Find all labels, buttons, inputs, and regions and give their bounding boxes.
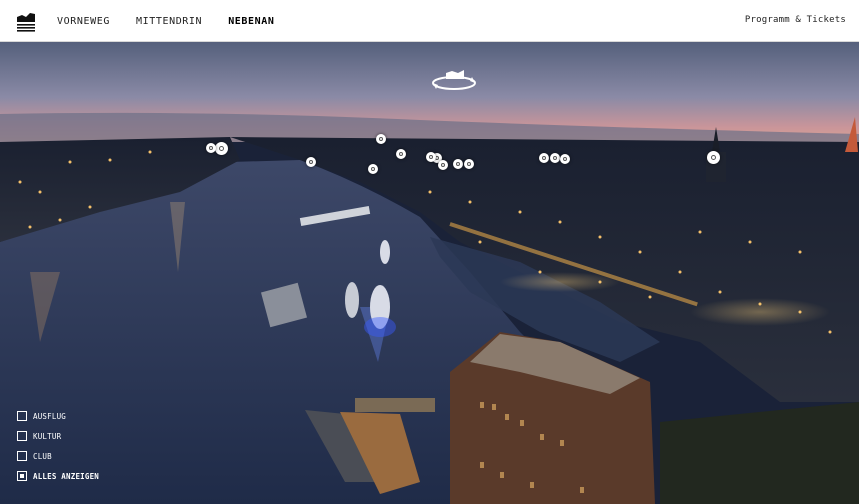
harbour-panorama-image bbox=[0, 42, 859, 504]
programm-tickets-link[interactable]: Programm & Tickets bbox=[745, 15, 846, 25]
location-marker[interactable] bbox=[396, 149, 406, 159]
filter-kultur[interactable]: KULTUR bbox=[17, 426, 99, 446]
filter-label: CLUB bbox=[33, 451, 52, 461]
location-marker[interactable] bbox=[215, 142, 228, 155]
elbphilharmonie-logo-icon[interactable] bbox=[16, 10, 36, 32]
location-marker[interactable] bbox=[438, 160, 448, 170]
checkbox[interactable] bbox=[17, 411, 27, 421]
nav-item-vorneweg[interactable]: VORNEWEG bbox=[57, 16, 110, 27]
location-marker[interactable] bbox=[376, 134, 386, 144]
location-marker[interactable] bbox=[426, 152, 436, 162]
filter-label: ALLES ANZEIGEN bbox=[33, 471, 100, 481]
filter-label: KULTUR bbox=[33, 431, 62, 441]
location-marker[interactable] bbox=[206, 143, 216, 153]
checkbox[interactable] bbox=[17, 451, 27, 461]
filter-club[interactable]: CLUB bbox=[17, 446, 99, 466]
nav-item-nebenan[interactable]: NEBENAN bbox=[228, 16, 274, 27]
category-filter-list: AUSFLUG KULTUR CLUB ALLES ANZEIGEN bbox=[17, 406, 99, 486]
filter-ausflug[interactable]: AUSFLUG bbox=[17, 406, 99, 426]
panorama-view[interactable]: AUSFLUG KULTUR CLUB ALLES ANZEIGEN bbox=[0, 42, 859, 504]
location-marker[interactable] bbox=[453, 159, 463, 169]
location-marker[interactable] bbox=[539, 153, 549, 163]
location-marker[interactable] bbox=[707, 151, 720, 164]
checkbox[interactable] bbox=[17, 471, 27, 481]
top-navigation-bar: VORNEWEG MITTENDRIN NEBENAN Programm & T… bbox=[0, 0, 859, 42]
nav-item-mittendrin[interactable]: MITTENDRIN bbox=[136, 16, 202, 27]
main-nav: VORNEWEG MITTENDRIN NEBENAN bbox=[57, 0, 301, 42]
checkbox[interactable] bbox=[17, 431, 27, 441]
location-marker[interactable] bbox=[550, 153, 560, 163]
location-marker[interactable] bbox=[464, 159, 474, 169]
location-marker[interactable] bbox=[560, 154, 570, 164]
location-marker[interactable] bbox=[306, 157, 316, 167]
filter-label: AUSFLUG bbox=[33, 411, 67, 421]
filter-alles-anzeigen[interactable]: ALLES ANZEIGEN bbox=[17, 466, 99, 486]
location-marker[interactable] bbox=[368, 164, 378, 174]
rotate-view-icon[interactable] bbox=[430, 67, 478, 95]
